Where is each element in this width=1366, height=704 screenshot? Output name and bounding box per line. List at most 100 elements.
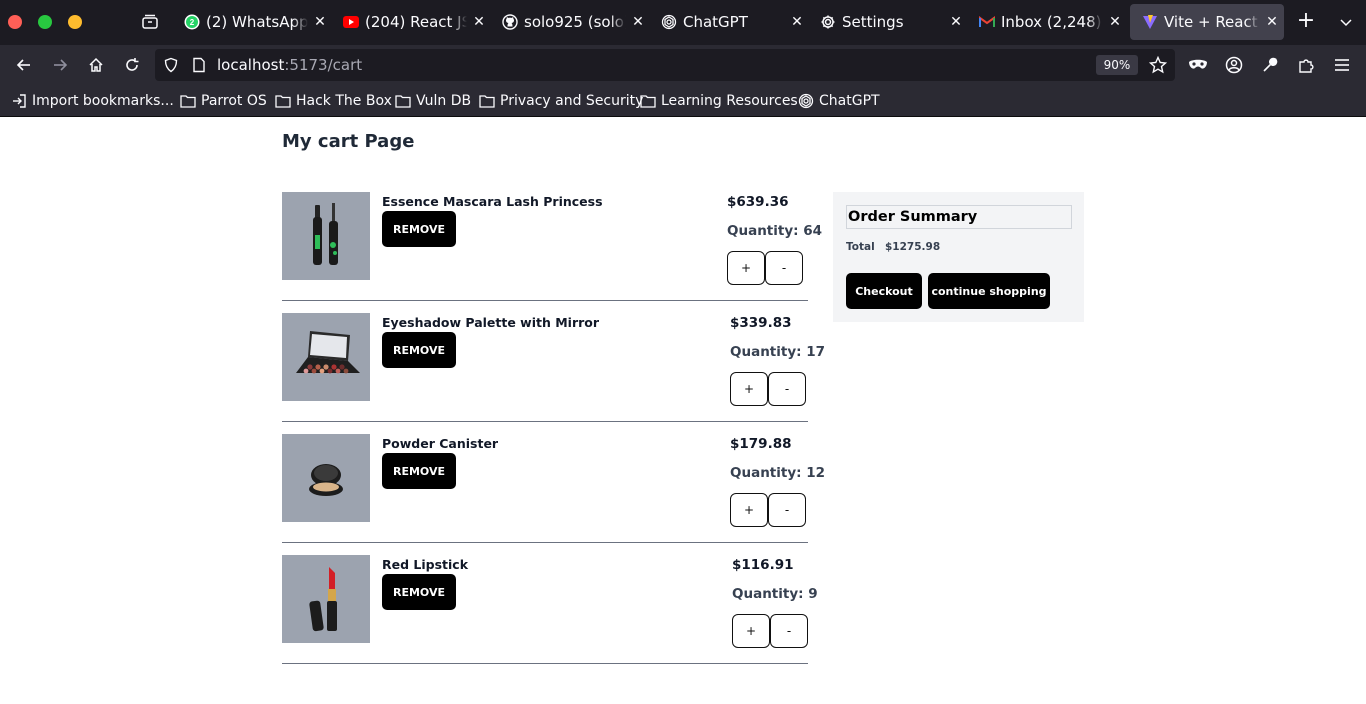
tab-github[interactable]: solo925 (solo) ✕ bbox=[490, 4, 650, 40]
bookmarks-toolbar: Import bookmarks... Parrot OS Hack The B… bbox=[0, 85, 1366, 117]
tab-list-icon[interactable] bbox=[140, 12, 160, 32]
bookmark-chatgpt[interactable]: ChatGPT bbox=[798, 92, 880, 110]
url-bar[interactable]: localhost:5173/cart 90% bbox=[155, 49, 1175, 81]
increase-quantity-button[interactable]: + bbox=[732, 614, 770, 648]
zoom-level[interactable]: 90% bbox=[1096, 55, 1138, 75]
bookmark-folder-hack-the-box[interactable]: Hack The Box bbox=[275, 92, 392, 110]
extensions-icon[interactable] bbox=[1295, 54, 1317, 76]
cart-item: Essence Mascara Lash Princess REMOVE $63… bbox=[282, 192, 822, 301]
tab-settings[interactable]: Settings ✕ bbox=[808, 4, 968, 40]
bookmark-label: Hack The Box bbox=[296, 93, 392, 109]
tab-title: Settings bbox=[842, 13, 904, 31]
decrease-quantity-button[interactable]: - bbox=[765, 251, 803, 285]
window-maximize-button[interactable] bbox=[38, 15, 52, 29]
home-icon[interactable] bbox=[85, 54, 107, 76]
product-image-powder-canister bbox=[282, 434, 370, 522]
shield-icon[interactable] bbox=[163, 57, 179, 73]
bookmark-folder-parrot-os[interactable]: Parrot OS bbox=[180, 92, 267, 110]
decrease-quantity-button[interactable]: - bbox=[768, 372, 806, 406]
cart-item: Red Lipstick REMOVE $116.91 Quantity: 9 … bbox=[282, 555, 818, 664]
url-text[interactable]: localhost:5173/cart bbox=[217, 56, 362, 74]
account-icon[interactable] bbox=[1223, 54, 1245, 76]
close-tab-icon[interactable]: ✕ bbox=[626, 14, 650, 30]
gear-icon bbox=[820, 14, 836, 30]
product-quantity: Quantity: 64 bbox=[727, 223, 823, 239]
tab-gmail[interactable]: Inbox (2,248) - solo ✕ bbox=[967, 4, 1127, 40]
decrease-quantity-button[interactable]: - bbox=[770, 614, 808, 648]
folder-icon bbox=[180, 95, 196, 108]
product-image-eyeshadow-palette bbox=[282, 313, 370, 401]
bookmark-folder-vuln-db[interactable]: Vuln DB bbox=[395, 92, 471, 110]
window-minimize-button[interactable] bbox=[68, 15, 82, 29]
back-arrow-icon[interactable] bbox=[13, 54, 35, 76]
tab-chatgpt[interactable]: ChatGPT ✕ bbox=[649, 4, 809, 40]
cart-item: Powder Canister REMOVE $179.88 Quantity:… bbox=[282, 434, 825, 543]
new-tab-button[interactable]: + bbox=[1296, 10, 1316, 32]
chevron-down-icon[interactable] bbox=[1336, 12, 1356, 32]
total-label: Total bbox=[846, 241, 875, 253]
page-icon[interactable] bbox=[191, 57, 207, 73]
product-quantity: Quantity: 12 bbox=[730, 465, 826, 481]
chatgpt-icon bbox=[798, 93, 814, 109]
order-summary-title: Order Summary bbox=[846, 205, 1072, 229]
folder-icon bbox=[275, 95, 291, 108]
product-price: $179.88 bbox=[730, 436, 792, 452]
close-tab-icon[interactable]: ✕ bbox=[785, 14, 809, 30]
navigation-toolbar: localhost:5173/cart 90% bbox=[0, 45, 1366, 85]
vite-icon bbox=[1142, 14, 1158, 30]
tab-title: solo925 (solo) bbox=[524, 13, 626, 31]
star-icon[interactable] bbox=[1148, 55, 1168, 74]
bookmark-folder-privacy-security[interactable]: Privacy and Security bbox=[479, 92, 643, 110]
increase-quantity-button[interactable]: + bbox=[730, 493, 768, 527]
remove-button[interactable]: REMOVE bbox=[382, 574, 456, 610]
increase-quantity-button[interactable]: + bbox=[727, 251, 765, 285]
import-icon bbox=[13, 94, 26, 108]
product-price: $639.36 bbox=[727, 194, 789, 210]
bookmark-folder-learning-resources[interactable]: Learning Resources bbox=[640, 92, 798, 110]
bookmark-label: Learning Resources bbox=[661, 93, 798, 109]
remove-button[interactable]: REMOVE bbox=[382, 332, 456, 368]
close-tab-icon[interactable]: ✕ bbox=[1260, 14, 1284, 30]
tab-title: ChatGPT bbox=[683, 13, 748, 31]
tab-whatsapp[interactable]: 2 (2) WhatsApp ✕ bbox=[172, 4, 332, 40]
svg-text:2: 2 bbox=[190, 18, 195, 27]
tab-vite-react[interactable]: Vite + React ✕ bbox=[1130, 4, 1284, 40]
continue-shopping-button[interactable]: continue shopping bbox=[928, 273, 1050, 309]
decrease-quantity-button[interactable]: - bbox=[768, 493, 806, 527]
order-summary-panel: Order Summary Total $1275.98 Checkout co… bbox=[833, 192, 1084, 322]
bookmark-label: Parrot OS bbox=[201, 93, 267, 109]
checkout-button[interactable]: Checkout bbox=[846, 273, 922, 309]
close-tab-icon[interactable]: ✕ bbox=[308, 14, 332, 30]
tab-youtube[interactable]: (204) React JS Full Course ✕ bbox=[331, 4, 491, 40]
whatsapp-icon: 2 bbox=[184, 14, 200, 30]
folder-icon bbox=[395, 95, 411, 108]
cart-page: My cart Page Essence Mascara Lash Prince… bbox=[0, 117, 1366, 704]
folder-icon bbox=[640, 95, 656, 108]
close-tab-icon[interactable]: ✕ bbox=[944, 14, 968, 30]
tab-bar: 2 (2) WhatsApp ✕ (204) React JS Full Cou… bbox=[0, 0, 1366, 45]
forward-arrow-icon[interactable] bbox=[49, 54, 71, 76]
bookmark-label: Privacy and Security bbox=[500, 93, 644, 109]
increase-quantity-button[interactable]: + bbox=[730, 372, 768, 406]
close-tab-icon[interactable]: ✕ bbox=[467, 14, 491, 30]
remove-button[interactable]: REMOVE bbox=[382, 453, 456, 489]
remove-button[interactable]: REMOVE bbox=[382, 211, 456, 247]
product-quantity: Quantity: 17 bbox=[730, 344, 826, 360]
bookmark-label: Import bookmarks... bbox=[32, 93, 174, 109]
page-title: My cart Page bbox=[282, 131, 415, 152]
menu-icon[interactable] bbox=[1331, 54, 1353, 76]
product-quantity: Quantity: 9 bbox=[732, 586, 818, 602]
youtube-icon bbox=[343, 14, 359, 30]
bookmark-import[interactable]: Import bookmarks... bbox=[12, 92, 174, 110]
window-close-button[interactable] bbox=[8, 15, 22, 29]
gmail-icon bbox=[979, 14, 995, 30]
tab-title: (2) WhatsApp bbox=[206, 13, 308, 31]
wrench-icon[interactable] bbox=[1259, 54, 1281, 76]
private-mask-icon[interactable] bbox=[1187, 54, 1209, 76]
reload-icon[interactable] bbox=[121, 54, 143, 76]
github-icon bbox=[502, 14, 518, 30]
product-name: Powder Canister bbox=[382, 436, 499, 451]
close-tab-icon[interactable]: ✕ bbox=[1103, 14, 1127, 30]
bookmark-label: Vuln DB bbox=[416, 93, 472, 109]
bookmark-label: ChatGPT bbox=[819, 93, 880, 109]
